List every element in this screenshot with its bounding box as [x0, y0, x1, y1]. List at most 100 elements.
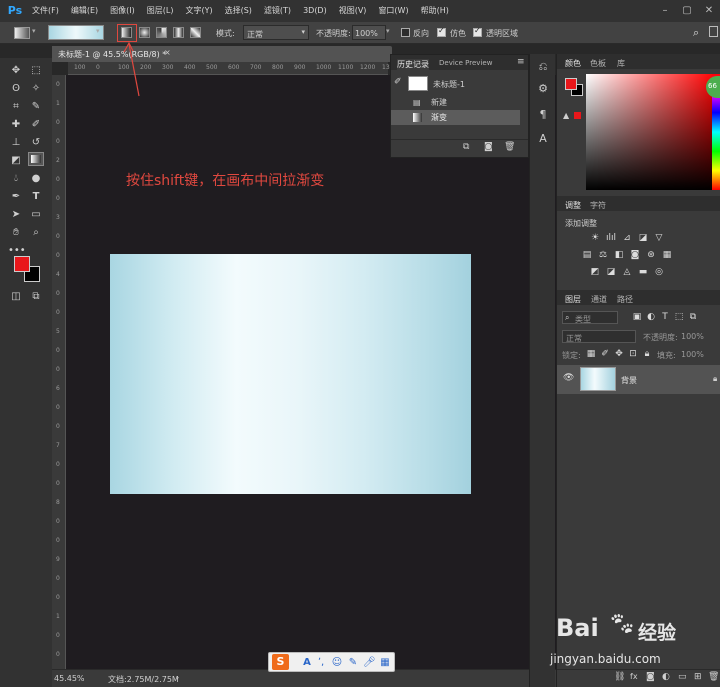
history-brush-icon[interactable]: ↺: [28, 136, 44, 150]
tab-library[interactable]: 库: [617, 58, 625, 69]
chevron-right-icon[interactable]: ›: [176, 673, 179, 682]
chevron-down-icon[interactable]: ▾: [96, 27, 100, 35]
close-tab-icon[interactable]: ×: [164, 48, 171, 57]
gradient-tool-icon[interactable]: [28, 152, 44, 166]
tab-device-preview[interactable]: Device Preview: [439, 59, 492, 67]
menu-item[interactable]: 图像(I): [104, 0, 141, 22]
character-panel-icon[interactable]: A: [535, 132, 551, 146]
rectangle-tool-icon[interactable]: ▭: [28, 208, 44, 222]
brightness-icon[interactable]: ☀: [589, 233, 601, 244]
marquee-tool-icon[interactable]: ⬚: [28, 64, 44, 78]
dither-checkbox[interactable]: [437, 26, 446, 37]
menu-item[interactable]: 3D(D): [297, 0, 333, 22]
menu-item[interactable]: 滤镜(T): [258, 0, 297, 22]
menu-item[interactable]: 帮助(H): [415, 0, 455, 22]
pen-tool-icon[interactable]: ✒: [8, 190, 24, 204]
opacity-field[interactable]: 100%: [352, 25, 386, 40]
linear-gradient-button[interactable]: [121, 27, 132, 38]
eyedropper-tool-icon[interactable]: ✎: [28, 100, 44, 114]
folder-icon[interactable]: ▭: [678, 672, 687, 682]
tab-channels[interactable]: 通道: [591, 294, 607, 305]
tab-adjustments[interactable]: 调整: [565, 200, 581, 211]
menu-item[interactable]: 选择(S): [219, 0, 258, 22]
brush-tool-icon[interactable]: ✐: [28, 118, 44, 132]
filter-type-icon[interactable]: T: [659, 312, 671, 323]
history-item-gradient[interactable]: 渐变: [391, 110, 520, 125]
curves-icon[interactable]: ⊿: [621, 233, 633, 244]
minimize-button[interactable]: –: [654, 0, 676, 22]
layer-filter-select[interactable]: ⌕ 类型: [562, 311, 618, 324]
history-brush-source-icon[interactable]: ✐: [394, 77, 402, 87]
close-button[interactable]: ✕: [698, 0, 720, 22]
panel-fg-color[interactable]: [565, 78, 577, 90]
selective-color-icon[interactable]: ◎: [653, 267, 665, 278]
adjustment-layer-icon[interactable]: ◐: [662, 672, 670, 682]
photo-filter-icon[interactable]: ◙: [629, 250, 641, 261]
color-field[interactable]: [586, 74, 716, 190]
magic-wand-tool-icon[interactable]: ✧: [28, 82, 44, 96]
filter-smart-icon[interactable]: ⧉: [687, 312, 699, 323]
type-tool-icon[interactable]: T: [28, 190, 44, 204]
lasso-tool-icon[interactable]: ʘ: [8, 82, 24, 96]
menu-item[interactable]: 文件(F): [26, 0, 65, 22]
device-preview-icon[interactable]: ⚙: [535, 82, 551, 96]
gamut-color-chip[interactable]: [574, 112, 581, 119]
blur-tool-icon[interactable]: 💧︎: [8, 172, 24, 186]
camera-icon[interactable]: ◙: [484, 142, 493, 152]
layer-opacity-value[interactable]: 100%: [681, 332, 704, 341]
add-mask-icon[interactable]: ◙: [646, 672, 655, 682]
toolbox-icon[interactable]: ▦: [379, 656, 391, 669]
blend-mode-select[interactable]: 正常: [562, 330, 636, 343]
exposure-icon[interactable]: ◪: [637, 233, 649, 244]
chinese-mode-icon[interactable]: A: [301, 656, 313, 669]
dodge-tool-icon[interactable]: ●: [28, 172, 44, 186]
angle-gradient-button[interactable]: [156, 27, 167, 38]
lock-all-icon[interactable]: 🔒︎: [641, 349, 653, 360]
sogou-logo[interactable]: S: [272, 654, 289, 670]
filter-adjust-icon[interactable]: ◐: [645, 312, 657, 323]
eye-icon[interactable]: 👁︎: [563, 373, 574, 383]
levels-icon[interactable]: ılıl: [605, 233, 617, 244]
menu-item[interactable]: 窗口(W): [372, 0, 414, 22]
stamp-tool-icon[interactable]: ⊥: [8, 136, 24, 150]
menu-item[interactable]: 文字(Y): [179, 0, 218, 22]
history-item-new[interactable]: ▤ 新建: [391, 95, 520, 110]
zoom-tool-icon[interactable]: ⌕: [28, 226, 44, 240]
gamut-warning-icon[interactable]: ▲: [563, 111, 569, 120]
hand-tool-icon[interactable]: ✋︎: [8, 226, 24, 240]
lock-paint-icon[interactable]: ✐: [599, 349, 611, 360]
healing-brush-icon[interactable]: ✚: [8, 118, 24, 132]
hue-saturation-icon[interactable]: ▤: [581, 250, 593, 261]
black-white-icon[interactable]: ◧: [613, 250, 625, 261]
link-layers-icon[interactable]: ⛓︎: [614, 672, 625, 682]
workspace-icon[interactable]: [709, 26, 718, 37]
chevron-down-icon[interactable]: ▾: [386, 27, 390, 35]
emoji-icon[interactable]: ☺: [331, 656, 343, 669]
screen-mode-icon[interactable]: ⧉: [28, 290, 44, 304]
history-panel-icon[interactable]: ⎌: [535, 60, 551, 74]
threshold-icon[interactable]: ◬: [621, 267, 633, 278]
move-tool-icon[interactable]: ✥: [8, 64, 24, 78]
posterize-icon[interactable]: ◪: [605, 267, 617, 278]
diamond-gradient-button[interactable]: [190, 27, 201, 38]
tab-layers[interactable]: 图层: [565, 294, 581, 305]
panel-menu-icon[interactable]: ≡: [517, 57, 525, 67]
menu-item[interactable]: 编辑(E): [65, 0, 104, 22]
chevron-down-icon[interactable]: ▾: [32, 27, 36, 35]
search-icon[interactable]: ⌕: [693, 26, 699, 40]
document-tab[interactable]: 未标题-1 @ 45.5%(RGB/8) * ×: [52, 46, 392, 62]
fx-icon[interactable]: fx: [630, 672, 638, 681]
transparency-checkbox[interactable]: [473, 26, 482, 37]
tab-color[interactable]: 颜色: [565, 58, 581, 69]
punctuation-icon[interactable]: ʼ,: [315, 656, 327, 669]
color-lookup-icon[interactable]: ▦: [661, 250, 673, 261]
color-balance-icon[interactable]: ⚖: [597, 250, 609, 261]
lock-position-icon[interactable]: ✥: [613, 349, 625, 360]
new-layer-icon[interactable]: ⊞: [694, 672, 702, 682]
eraser-tool-icon[interactable]: ◩: [8, 154, 24, 168]
reverse-checkbox[interactable]: [401, 28, 410, 37]
gradient-map-icon[interactable]: ▬: [637, 267, 649, 278]
quick-mask-icon[interactable]: ◫: [8, 290, 24, 304]
vibrance-icon[interactable]: ▽: [653, 233, 665, 244]
crop-tool-icon[interactable]: ⌗: [8, 100, 24, 114]
